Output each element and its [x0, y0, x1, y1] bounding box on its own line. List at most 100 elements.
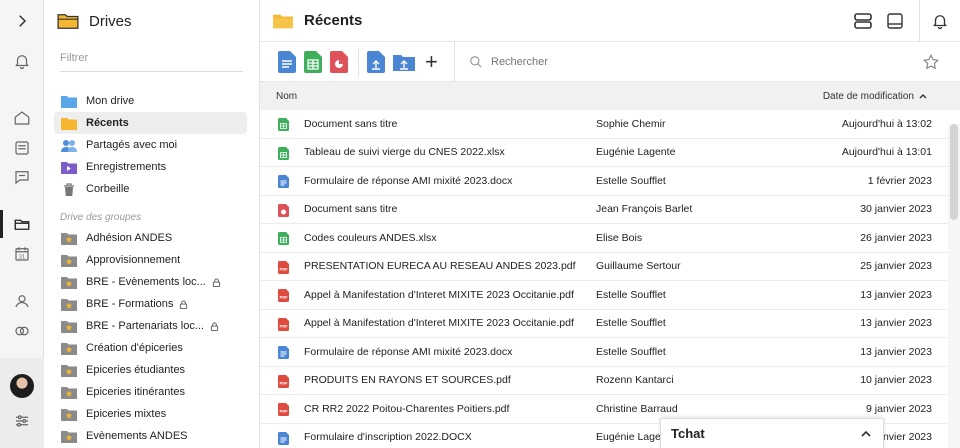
users-icon[interactable]	[11, 290, 33, 312]
table-row[interactable]: Document sans titre Sophie Chemir Aujourd'…	[260, 110, 960, 139]
shared-users-icon	[60, 138, 78, 152]
table-row[interactable]: Codes couleurs ANDES.xlsx Elise Bois 26 ja…	[260, 224, 960, 253]
column-date[interactable]: Date de modification	[823, 91, 928, 102]
sidebar-item-label: Mon drive	[86, 95, 135, 107]
sidebar-item[interactable]: Partagés avec moi	[54, 134, 247, 156]
group-drive-item[interactable]: Création d'épiceries	[54, 337, 247, 359]
chevron-right-icon[interactable]	[11, 10, 33, 32]
upload-file-icon[interactable]	[367, 50, 385, 73]
table-row[interactable]: PDF Appel à Manifestation d'Interet MIXIT…	[260, 310, 960, 338]
svg-text:PDF: PDF	[279, 296, 288, 300]
folder-icon	[273, 14, 293, 28]
file-owner: Elise Bois	[596, 231, 643, 244]
file-owner: Jean François Barlet	[596, 203, 693, 216]
scrollbar[interactable]	[948, 124, 960, 448]
table-row[interactable]: PDF Appel à Manifestation d'Interet MIXIT…	[260, 281, 960, 310]
file-owner: Eugénie Lagente	[596, 146, 676, 159]
group-drive-item[interactable]: Epiceries itinérantes	[54, 381, 247, 403]
file-name: CR RR2 2022 Poitou-Charentes Poitiers.pd…	[304, 402, 510, 415]
file-date: 13 janvier 2023	[860, 345, 932, 358]
star-icon[interactable]	[922, 53, 940, 71]
sidebar-item[interactable]: Récents	[54, 112, 247, 134]
groups-title: Drive des groupes	[60, 212, 142, 223]
page-title: Récents	[304, 12, 363, 29]
lock-icon	[180, 299, 188, 309]
bell-icon[interactable]	[11, 50, 33, 72]
group-drive-label: Epiceries mixtes	[86, 408, 167, 420]
file-owner: Christine Barraud	[596, 402, 678, 415]
group-drive-label: Adhésion ANDES	[86, 232, 173, 244]
pdf-file-icon: PDF	[278, 317, 289, 331]
file-owner: Estelle Soufflet	[596, 317, 666, 330]
sidebar-item[interactable]: Corbeille	[54, 178, 247, 200]
doc-file-icon	[278, 431, 289, 445]
sheet-file-icon	[278, 146, 289, 160]
header-actions	[851, 0, 960, 42]
new-spreadsheet-icon[interactable]	[304, 50, 322, 73]
group-folder-icon	[60, 231, 78, 245]
upload-folder-icon[interactable]	[393, 51, 415, 73]
group-drive-item[interactable]: Evènements ANDES	[54, 425, 247, 447]
group-drive-label: Approvisionnement	[86, 254, 181, 266]
drive-icon[interactable]	[11, 213, 33, 235]
calendar-icon[interactable]: 31	[11, 243, 33, 265]
add-icon[interactable]: +	[425, 50, 438, 73]
table-row[interactable]: Tableau de suivi vierge du CNES 2022.xls…	[260, 139, 960, 167]
file-name: Tableau de suivi vierge du CNES 2022.xls…	[304, 146, 505, 159]
group-drive-item[interactable]: BRE - Partenariats loc...	[54, 315, 247, 337]
filter-input[interactable]: Filtrer	[60, 52, 243, 72]
details-panel-icon[interactable]	[883, 9, 907, 33]
group-drive-item[interactable]: BRE - Formations	[54, 293, 247, 315]
toolbar-divider	[358, 47, 359, 76]
file-owner: Estelle Soufflet	[596, 345, 666, 358]
table-row[interactable]: Formulaire de réponse AMI mixité 2023.do…	[260, 338, 960, 367]
sidebar-item-label: Récents	[86, 117, 129, 129]
sort-chevron-up-icon	[919, 94, 927, 99]
group-drive-item[interactable]: Epiceries étudiantes	[54, 359, 247, 381]
new-document-icon[interactable]	[278, 50, 296, 73]
svg-text:PDF: PDF	[279, 324, 288, 328]
storage-icon[interactable]	[851, 9, 875, 33]
sidebar-item[interactable]: Enregistrements	[54, 156, 247, 178]
table-row[interactable]: PDF PRESENTATION EURECA AU RESEAU ANDES 2…	[260, 253, 960, 281]
file-list: Document sans titre Sophie Chemir Aujourd'…	[260, 110, 960, 448]
rail-bottom	[0, 358, 44, 448]
scrollbar-thumb[interactable]	[950, 124, 958, 220]
group-drives: Adhésion ANDES Approvisionnement BRE - Evè…	[44, 227, 259, 447]
table-row[interactable]: Document sans titre Jean François Barlet 3…	[260, 196, 960, 224]
feed-icon[interactable]	[11, 137, 33, 159]
sidebar-item-label: Enregistrements	[86, 161, 167, 173]
settings-icon[interactable]	[11, 410, 33, 432]
column-name[interactable]: Nom	[276, 91, 297, 102]
chevron-up-icon[interactable]	[859, 427, 873, 441]
table-row[interactable]: PDF PRODUITS EN RAYONS ET SOURCES.pdf Roze…	[260, 367, 960, 395]
file-date: 10 janvier 2023	[860, 374, 932, 387]
group-drive-item[interactable]: Approvisionnement	[54, 249, 247, 271]
active-indicator	[0, 210, 3, 238]
file-date: 1 février 2023	[867, 174, 932, 187]
chat-title: Tchat	[671, 426, 705, 441]
search-input[interactable]	[491, 56, 791, 68]
toggle-icon[interactable]	[11, 320, 33, 342]
group-drive-item[interactable]: BRE - Evènements loc...	[54, 271, 247, 293]
sidebar-item-label: Partagés avec moi	[86, 139, 178, 151]
new-presentation-icon[interactable]	[330, 50, 348, 73]
pdf-file-icon: PDF	[278, 289, 289, 302]
group-drive-label: Création d'épiceries	[86, 342, 183, 354]
group-drive-label: BRE - Formations	[86, 298, 174, 310]
file-name: PRODUITS EN RAYONS ET SOURCES.pdf	[304, 374, 511, 387]
table-row[interactable]: Formulaire de réponse AMI mixité 2023.do…	[260, 167, 960, 196]
sidebar-item-label: Corbeille	[86, 183, 130, 195]
sidebar-item[interactable]: Mon drive	[54, 90, 247, 112]
group-drive-item[interactable]: Epiceries mixtes	[54, 403, 247, 425]
group-drive-item[interactable]: Adhésion ANDES	[54, 227, 247, 249]
avatar[interactable]	[10, 374, 34, 398]
file-owner: Rozenn Kantarci	[596, 374, 674, 387]
doc-file-icon	[278, 175, 289, 188]
file-name: Appel à Manifestation d'Interet MIXITE 2…	[304, 317, 574, 330]
pdf-file-icon: PDF	[278, 260, 289, 274]
chat-widget[interactable]: Tchat	[660, 418, 884, 448]
chat-icon[interactable]	[11, 166, 33, 188]
notifications-bell-icon[interactable]	[928, 9, 952, 33]
home-icon[interactable]	[11, 107, 33, 129]
